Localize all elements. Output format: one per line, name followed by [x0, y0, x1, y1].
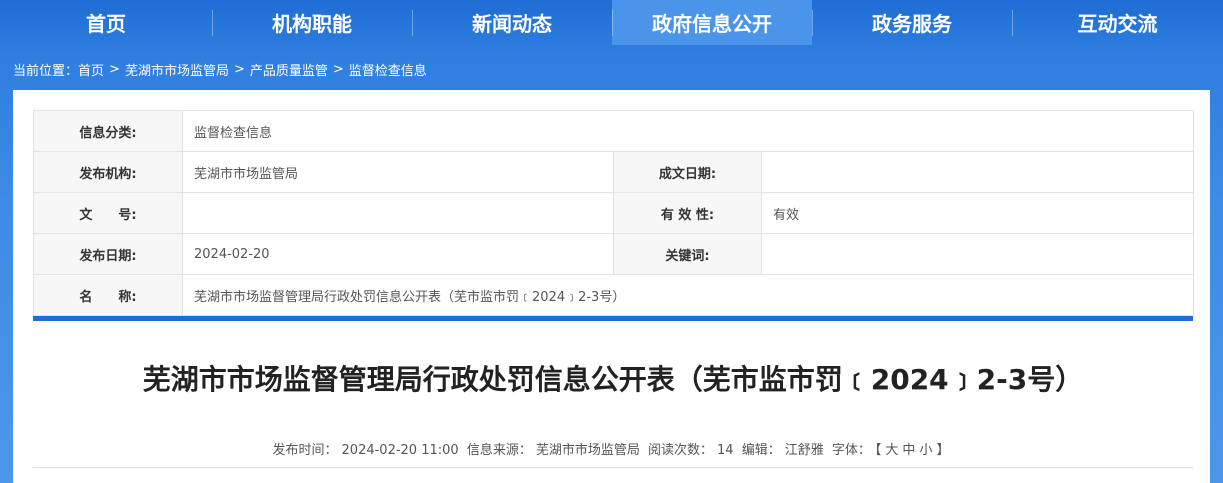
keywords-value	[760, 233, 1195, 275]
editor-value: 江舒雅	[784, 443, 824, 458]
breadcrumb-inspection[interactable]: 监督检查信息	[349, 60, 427, 79]
views-value: 14	[717, 443, 734, 458]
breadcrumb-separator: >	[109, 61, 120, 77]
article-meta: 发布时间： 2024-02-20 11:00 信息来源： 芜湖市市场监管局 阅读次数…	[33, 439, 1193, 458]
font-small-button[interactable]: 小	[919, 443, 932, 458]
breadcrumb-separator: >	[332, 61, 344, 77]
keywords-label: 关键词:	[613, 233, 762, 275]
divider	[33, 467, 1193, 468]
name-value: 芜湖市市场监督管理局行政处罚信息公开表（芜市监市罚﹝2024﹞2-3号）	[181, 274, 1195, 316]
doc-no-label: 文 号:	[33, 192, 183, 234]
validity-value: 有效	[760, 192, 1195, 234]
breadcrumb: 当前位置： 首页 > 芜湖市市场监管局 > 产品质量监管 > 监督检查信息	[13, 59, 427, 79]
category-label: 信息分类:	[33, 110, 183, 152]
publisher-label: 发布机构:	[33, 151, 183, 193]
accent-bar	[33, 316, 1193, 321]
written-date-label: 成文日期:	[613, 151, 762, 193]
page: 首页 机构职能 新闻动态 政府信息公开 政务服务 互动交流 当前位置： 首页 >…	[0, 0, 1223, 483]
info-row-category: 信息分类: 监督检查信息	[33, 110, 1195, 152]
category-value: 监督检查信息	[181, 110, 1195, 152]
doc-no-value	[182, 192, 614, 234]
views-label: 阅读次数：	[648, 443, 714, 458]
breadcrumb-home[interactable]: 首页	[78, 60, 104, 79]
breadcrumb-prefix: 当前位置：	[13, 63, 79, 79]
publish-date-value: 2024-02-20	[182, 233, 614, 275]
source-value: 芜湖市市场监管局	[535, 443, 640, 458]
info-row-name: 名 称: 芜湖市市场监督管理局行政处罚信息公开表（芜市监市罚﹝2024﹞2-3号…	[33, 274, 1195, 316]
editor-label: 编辑：	[741, 443, 781, 458]
font-bracket-close: 】	[936, 443, 950, 458]
info-row-publisher: 发布机构: 芜湖市市场监管局 成文日期:	[33, 151, 1195, 193]
font-medium-button[interactable]: 中	[902, 443, 915, 458]
font-large-button[interactable]: 大	[885, 443, 898, 458]
nav-item-home[interactable]: 首页	[0, 0, 212, 45]
publish-time-label: 发布时间：	[272, 443, 338, 458]
info-row-date: 发布日期: 2024-02-20 关键词:	[33, 233, 1195, 275]
nav-item-interaction[interactable]: 互动交流	[1012, 0, 1223, 45]
nav-item-gov-info[interactable]: 政府信息公开	[612, 0, 812, 45]
nav-item-functions[interactable]: 机构职能	[212, 0, 412, 45]
nav-item-services[interactable]: 政务服务	[812, 0, 1012, 45]
font-size-label: 字体：	[831, 443, 871, 458]
breadcrumb-bureau[interactable]: 芜湖市市场监管局	[125, 60, 229, 79]
content-panel: 信息分类: 监督检查信息 发布机构: 芜湖市市场监管局 成文日期: 文 号: 有…	[13, 90, 1210, 483]
info-row-docno: 文 号: 有 效 性: 有效	[33, 192, 1195, 234]
breadcrumb-separator: >	[233, 61, 245, 77]
font-bracket-open: 【	[874, 443, 882, 458]
name-label: 名 称:	[33, 274, 183, 316]
article-title: 芜湖市市场监督管理局行政处罚信息公开表（芜市监市罚﹝2024﹞2-3号）	[142, 363, 1084, 396]
source-label: 信息来源：	[466, 443, 532, 458]
nav-item-news[interactable]: 新闻动态	[412, 0, 612, 45]
info-table: 信息分类: 监督检查信息 发布机构: 芜湖市市场监管局 成文日期: 文 号: 有…	[33, 110, 1195, 316]
publish-time-value: 2024-02-20 11:00	[341, 443, 459, 458]
written-date-value	[760, 151, 1195, 193]
validity-label: 有 效 性:	[613, 192, 762, 234]
publish-date-label: 发布日期:	[33, 233, 183, 275]
publisher-value: 芜湖市市场监管局	[182, 151, 614, 193]
breadcrumb-quality[interactable]: 产品质量监管	[250, 60, 328, 79]
top-nav: 首页 机构职能 新闻动态 政府信息公开 政务服务 互动交流	[0, 0, 1223, 45]
